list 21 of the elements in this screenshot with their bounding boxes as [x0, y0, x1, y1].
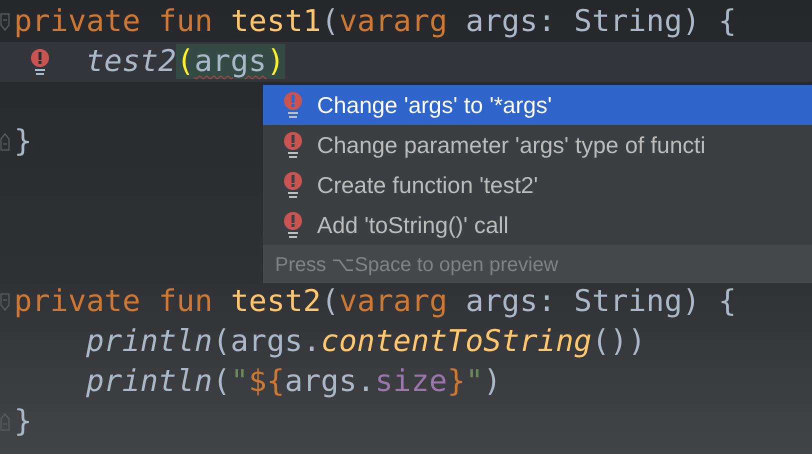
fold-icon[interactable] — [0, 13, 10, 31]
hint-text: Press ⌥Space to open preview — [275, 252, 558, 276]
lightbulb-icon[interactable] — [30, 48, 50, 76]
lightbulb-icon — [283, 171, 303, 199]
quick-fix-item[interactable]: Change 'args' to '*args' — [263, 85, 812, 125]
lightbulb-icon — [283, 131, 303, 159]
lightbulb-icon — [283, 91, 303, 119]
code-line: } — [14, 123, 32, 161]
fold-icon[interactable] — [0, 293, 10, 311]
code-line: private fun test2(vararg args: String) { — [14, 283, 736, 321]
code-line: println(args.contentToString()) — [86, 323, 646, 361]
code-line: private fun test1(vararg args: String) { — [14, 3, 736, 41]
code-line: } — [14, 403, 32, 441]
code-line: println("${args.size}") — [86, 363, 502, 401]
fold-icon[interactable] — [0, 413, 10, 431]
code-line: test2(args) — [86, 43, 285, 81]
quick-fix-item[interactable]: Create function 'test2' — [263, 165, 812, 205]
lightbulb-icon — [283, 211, 303, 239]
quick-fix-item[interactable]: Add 'toString()' call — [263, 205, 812, 245]
quick-fix-item[interactable]: Change parameter 'args' type of functi — [263, 125, 812, 165]
fold-icon[interactable] — [0, 133, 10, 151]
